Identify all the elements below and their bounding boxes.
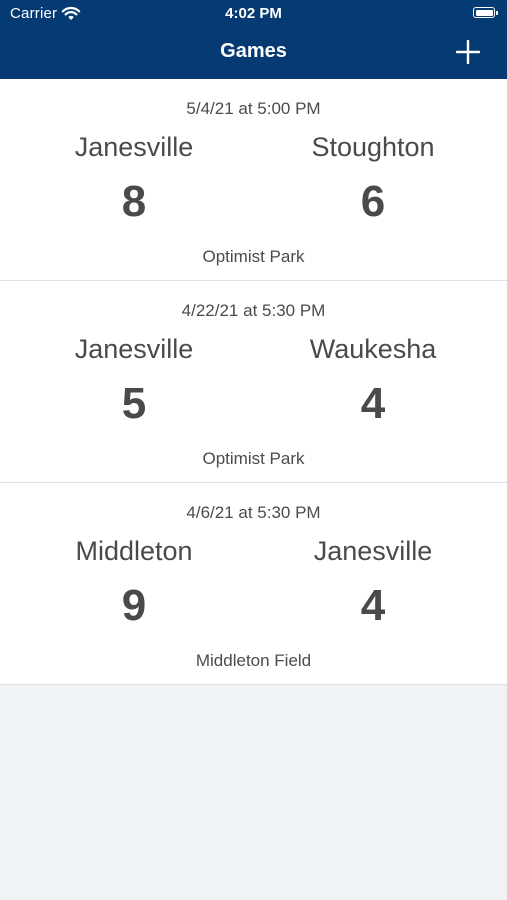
game-date: 5/4/21 at 5:00 PM	[186, 99, 321, 118]
game-row[interactable]: 4/6/21 at 5:30 PM Middleton Janesville 9…	[0, 483, 507, 685]
home-team-score: 8	[121, 177, 147, 226]
away-team-score: 6	[360, 177, 386, 226]
add-game-button[interactable]	[456, 40, 480, 64]
home-team-score: 5	[121, 379, 147, 428]
home-team-name: Middleton	[75, 536, 193, 566]
games-list: 5/4/21 at 5:00 PM Janesville Stoughton 8…	[0, 79, 507, 685]
clock: 4:02 PM	[225, 5, 282, 22]
battery-icon	[473, 7, 498, 18]
game-row[interactable]: 4/22/21 at 5:30 PM Janesville Waukesha 5…	[0, 281, 507, 483]
game-location: Optimist Park	[202, 449, 305, 468]
away-team-name: Waukesha	[309, 334, 437, 364]
home-team-name: Janesville	[74, 334, 194, 364]
away-team-score: 4	[360, 379, 386, 428]
game-row[interactable]: 5/4/21 at 5:00 PM Janesville Stoughton 8…	[0, 79, 507, 281]
navigation-bar: Carrier 4:02 PM Games	[0, 0, 507, 79]
status-bar: Carrier 4:02 PM	[0, 0, 507, 28]
away-team-score: 4	[360, 581, 386, 630]
home-team-name: Janesville	[74, 132, 194, 162]
game-date: 4/22/21 at 5:30 PM	[181, 301, 326, 320]
game-date: 4/6/21 at 5:30 PM	[186, 503, 321, 522]
home-team-score: 9	[121, 581, 147, 630]
game-location: Optimist Park	[202, 247, 305, 266]
page-title: Games	[220, 40, 287, 62]
away-team-name: Janesville	[313, 536, 433, 566]
game-location: Middleton Field	[195, 651, 312, 670]
away-team-name: Stoughton	[311, 132, 435, 162]
